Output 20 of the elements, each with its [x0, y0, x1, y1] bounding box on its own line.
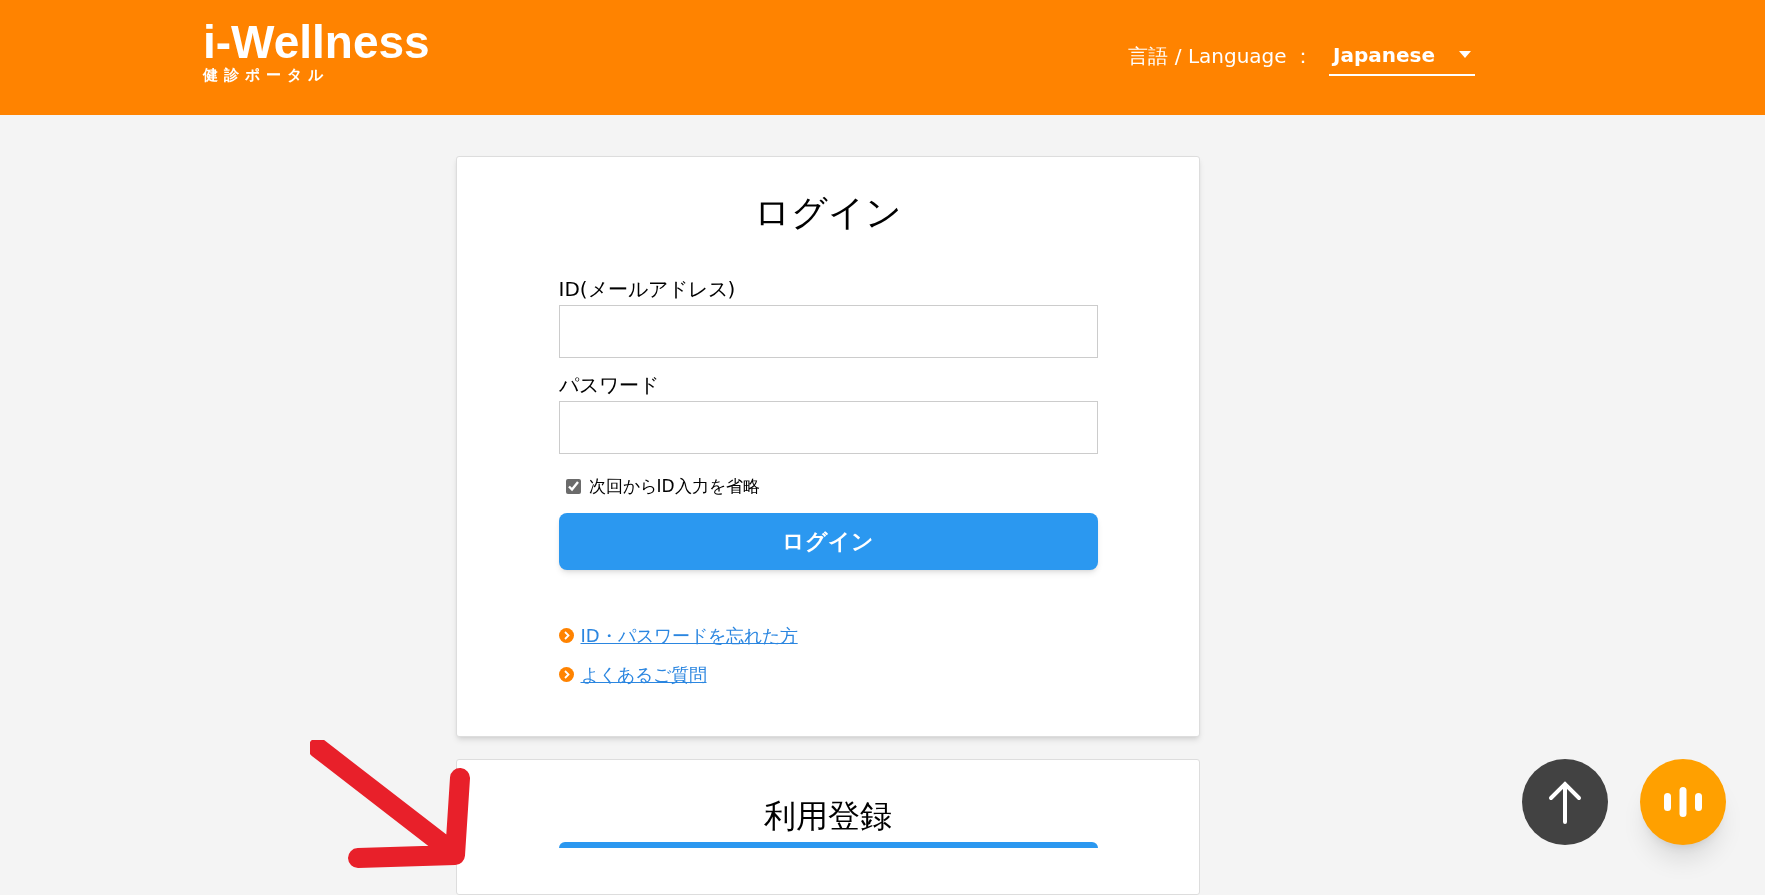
remember-checkbox[interactable] [565, 479, 581, 495]
logo-subtitle: 健診ポータル [203, 65, 330, 84]
help-link[interactable]: よくあるご質問 [580, 660, 707, 688]
login-button[interactable]: ログイン [558, 512, 1098, 570]
audio-bars-icon [1664, 787, 1702, 817]
language-label: 言語 / Language ： [1128, 42, 1313, 70]
card-title: ログイン [754, 191, 902, 235]
caret-icon [1459, 50, 1471, 59]
language-select[interactable]: Japanese [1328, 35, 1475, 76]
help-link[interactable]: ID・パスワードを忘れた方 [580, 621, 798, 649]
field-label: ID(メールアドレス) [558, 276, 737, 302]
password-field[interactable] [558, 401, 1098, 454]
logo-title: i-Wellness [203, 17, 430, 66]
checkbox-label: 次回からID入力を省略 [588, 475, 760, 498]
field-label: パスワード [558, 372, 660, 398]
card-title: 利用登録 [764, 796, 892, 837]
chevron-icon [558, 666, 574, 682]
chevron-icon [558, 627, 574, 643]
arrow-up-icon [1547, 780, 1583, 824]
id-field[interactable] [558, 305, 1098, 358]
